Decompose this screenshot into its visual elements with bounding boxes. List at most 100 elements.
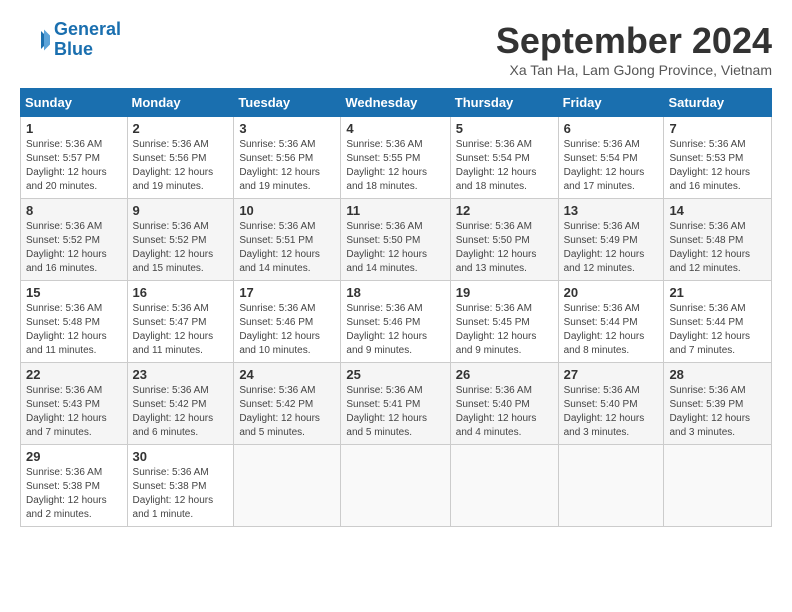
calendar-cell: 19Sunrise: 5:36 AM Sunset: 5:45 PM Dayli…	[450, 281, 558, 363]
day-detail: Sunrise: 5:36 AM Sunset: 5:52 PM Dayligh…	[26, 220, 122, 276]
weekday-header: Wednesday	[341, 89, 450, 117]
day-detail: Sunrise: 5:36 AM Sunset: 5:42 PM Dayligh…	[133, 384, 229, 440]
day-number: 16	[133, 285, 229, 300]
day-number: 24	[239, 367, 335, 382]
calendar-cell: 2Sunrise: 5:36 AM Sunset: 5:56 PM Daylig…	[127, 117, 234, 199]
day-number: 25	[346, 367, 444, 382]
calendar-cell: 15 Sunrise: 5:36 AM Sunset: 5:48 PM Dayli…	[21, 281, 128, 363]
day-detail: Sunrise: 5:36 AM Sunset: 5:47 PM Dayligh…	[133, 302, 229, 358]
weekday-header: Monday	[127, 89, 234, 117]
calendar-cell: 10 Sunrise: 5:36 AM Sunset: 5:51 PM Dayli…	[234, 199, 341, 281]
day-detail: Sunrise: 5:36 AM Sunset: 5:38 PM Dayligh…	[133, 466, 229, 522]
calendar-cell: 9 Sunrise: 5:36 AM Sunset: 5:52 PM Daylig…	[127, 199, 234, 281]
day-detail: Sunrise: 5:36 AM Sunset: 5:50 PM Dayligh…	[456, 220, 553, 276]
calendar-cell: 7Sunrise: 5:36 AM Sunset: 5:53 PM Daylig…	[664, 117, 772, 199]
calendar-cell	[341, 445, 450, 527]
weekday-header: Thursday	[450, 89, 558, 117]
calendar-cell	[558, 445, 664, 527]
day-detail: Sunrise: 5:36 AM Sunset: 5:57 PM Dayligh…	[26, 138, 122, 194]
weekday-header: Friday	[558, 89, 664, 117]
weekday-header: Sunday	[21, 89, 128, 117]
day-number: 23	[133, 367, 229, 382]
logo-text: General Blue	[54, 20, 121, 60]
day-detail: Sunrise: 5:36 AM Sunset: 5:46 PM Dayligh…	[346, 302, 444, 358]
day-detail: Sunrise: 5:36 AM Sunset: 5:42 PM Dayligh…	[239, 384, 335, 440]
calendar-header-row: SundayMondayTuesdayWednesdayThursdayFrid…	[21, 89, 772, 117]
calendar-cell: 5 Sunrise: 5:36 AM Sunset: 5:54 PM Daylig…	[450, 117, 558, 199]
day-detail: Sunrise: 5:36 AM Sunset: 5:39 PM Dayligh…	[669, 384, 766, 440]
day-detail: Sunrise: 5:36 AM Sunset: 5:41 PM Dayligh…	[346, 384, 444, 440]
day-detail: Sunrise: 5:36 AM Sunset: 5:38 PM Dayligh…	[26, 466, 122, 522]
day-detail: Sunrise: 5:36 AM Sunset: 5:40 PM Dayligh…	[456, 384, 553, 440]
day-number: 11	[346, 203, 444, 218]
calendar-cell: 18 Sunrise: 5:36 AM Sunset: 5:46 PM Dayli…	[341, 281, 450, 363]
day-number: 29	[26, 449, 122, 464]
day-detail: Sunrise: 5:36 AM Sunset: 5:51 PM Dayligh…	[239, 220, 335, 276]
day-detail: Sunrise: 5:36 AM Sunset: 5:54 PM Dayligh…	[564, 138, 659, 194]
title-section: September 2024 Xa Tan Ha, Lam GJong Prov…	[496, 20, 772, 78]
calendar-week-row: 29 Sunrise: 5:36 AM Sunset: 5:38 PM Dayli…	[21, 445, 772, 527]
calendar-cell	[234, 445, 341, 527]
calendar-cell: 13 Sunrise: 5:36 AM Sunset: 5:49 PM Dayli…	[558, 199, 664, 281]
day-number: 10	[239, 203, 335, 218]
calendar-cell: 21 Sunrise: 5:36 AM Sunset: 5:44 PM Dayli…	[664, 281, 772, 363]
day-number: 15	[26, 285, 122, 300]
weekday-header: Tuesday	[234, 89, 341, 117]
day-number: 13	[564, 203, 659, 218]
day-number: 14	[669, 203, 766, 218]
logo: General Blue	[20, 20, 121, 60]
page-container: General Blue September 2024 Xa Tan Ha, L…	[20, 20, 772, 527]
day-detail: Sunrise: 5:36 AM Sunset: 5:40 PM Dayligh…	[564, 384, 659, 440]
day-detail: Sunrise: 5:36 AM Sunset: 5:49 PM Dayligh…	[564, 220, 659, 276]
day-number: 5	[456, 121, 553, 136]
day-number: 17	[239, 285, 335, 300]
day-number: 21	[669, 285, 766, 300]
day-number: 28	[669, 367, 766, 382]
calendar-cell: 20Sunrise: 5:36 AM Sunset: 5:44 PM Dayli…	[558, 281, 664, 363]
month-title: September 2024	[496, 20, 772, 62]
day-detail: Sunrise: 5:36 AM Sunset: 5:44 PM Dayligh…	[564, 302, 659, 358]
day-number: 18	[346, 285, 444, 300]
calendar-cell: 26 Sunrise: 5:36 AM Sunset: 5:40 PM Dayli…	[450, 363, 558, 445]
day-detail: Sunrise: 5:36 AM Sunset: 5:54 PM Dayligh…	[456, 138, 553, 194]
day-detail: Sunrise: 5:36 AM Sunset: 5:52 PM Dayligh…	[133, 220, 229, 276]
day-detail: Sunrise: 5:36 AM Sunset: 5:48 PM Dayligh…	[26, 302, 122, 358]
day-detail: Sunrise: 5:36 AM Sunset: 5:48 PM Dayligh…	[669, 220, 766, 276]
location-title: Xa Tan Ha, Lam GJong Province, Vietnam	[496, 62, 772, 78]
calendar-cell	[664, 445, 772, 527]
calendar-week-row: 1Sunrise: 5:36 AM Sunset: 5:57 PM Daylig…	[21, 117, 772, 199]
day-number: 4	[346, 121, 444, 136]
calendar-cell: 12 Sunrise: 5:36 AM Sunset: 5:50 PM Dayli…	[450, 199, 558, 281]
logo-icon	[20, 25, 50, 55]
day-detail: Sunrise: 5:36 AM Sunset: 5:44 PM Dayligh…	[669, 302, 766, 358]
calendar-cell: 8Sunrise: 5:36 AM Sunset: 5:52 PM Daylig…	[21, 199, 128, 281]
calendar-week-row: 22Sunrise: 5:36 AM Sunset: 5:43 PM Dayli…	[21, 363, 772, 445]
day-number: 26	[456, 367, 553, 382]
calendar-cell: 28 Sunrise: 5:36 AM Sunset: 5:39 PM Dayli…	[664, 363, 772, 445]
calendar-cell: 24 Sunrise: 5:36 AM Sunset: 5:42 PM Dayli…	[234, 363, 341, 445]
calendar-cell: 11 Sunrise: 5:36 AM Sunset: 5:50 PM Dayli…	[341, 199, 450, 281]
day-number: 9	[133, 203, 229, 218]
calendar-cell: 17Sunrise: 5:36 AM Sunset: 5:46 PM Dayli…	[234, 281, 341, 363]
calendar-cell: 23 Sunrise: 5:36 AM Sunset: 5:42 PM Dayli…	[127, 363, 234, 445]
header: General Blue September 2024 Xa Tan Ha, L…	[20, 20, 772, 78]
day-number: 12	[456, 203, 553, 218]
day-number: 6	[564, 121, 659, 136]
calendar-cell: 30 Sunrise: 5:36 AM Sunset: 5:38 PM Dayli…	[127, 445, 234, 527]
day-number: 30	[133, 449, 229, 464]
day-detail: Sunrise: 5:36 AM Sunset: 5:50 PM Dayligh…	[346, 220, 444, 276]
calendar-cell: 3Sunrise: 5:36 AM Sunset: 5:56 PM Daylig…	[234, 117, 341, 199]
calendar-cell: 27 Sunrise: 5:36 AM Sunset: 5:40 PM Dayli…	[558, 363, 664, 445]
day-detail: Sunrise: 5:36 AM Sunset: 5:56 PM Dayligh…	[239, 138, 335, 194]
calendar-week-row: 8Sunrise: 5:36 AM Sunset: 5:52 PM Daylig…	[21, 199, 772, 281]
day-detail: Sunrise: 5:36 AM Sunset: 5:55 PM Dayligh…	[346, 138, 444, 194]
calendar-table: SundayMondayTuesdayWednesdayThursdayFrid…	[20, 88, 772, 527]
day-number: 2	[133, 121, 229, 136]
day-number: 27	[564, 367, 659, 382]
calendar-cell: 29 Sunrise: 5:36 AM Sunset: 5:38 PM Dayli…	[21, 445, 128, 527]
calendar-cell	[450, 445, 558, 527]
day-detail: Sunrise: 5:36 AM Sunset: 5:45 PM Dayligh…	[456, 302, 553, 358]
calendar-cell: 22Sunrise: 5:36 AM Sunset: 5:43 PM Dayli…	[21, 363, 128, 445]
calendar-week-row: 15 Sunrise: 5:36 AM Sunset: 5:48 PM Dayli…	[21, 281, 772, 363]
calendar-cell: 4 Sunrise: 5:36 AM Sunset: 5:55 PM Daylig…	[341, 117, 450, 199]
